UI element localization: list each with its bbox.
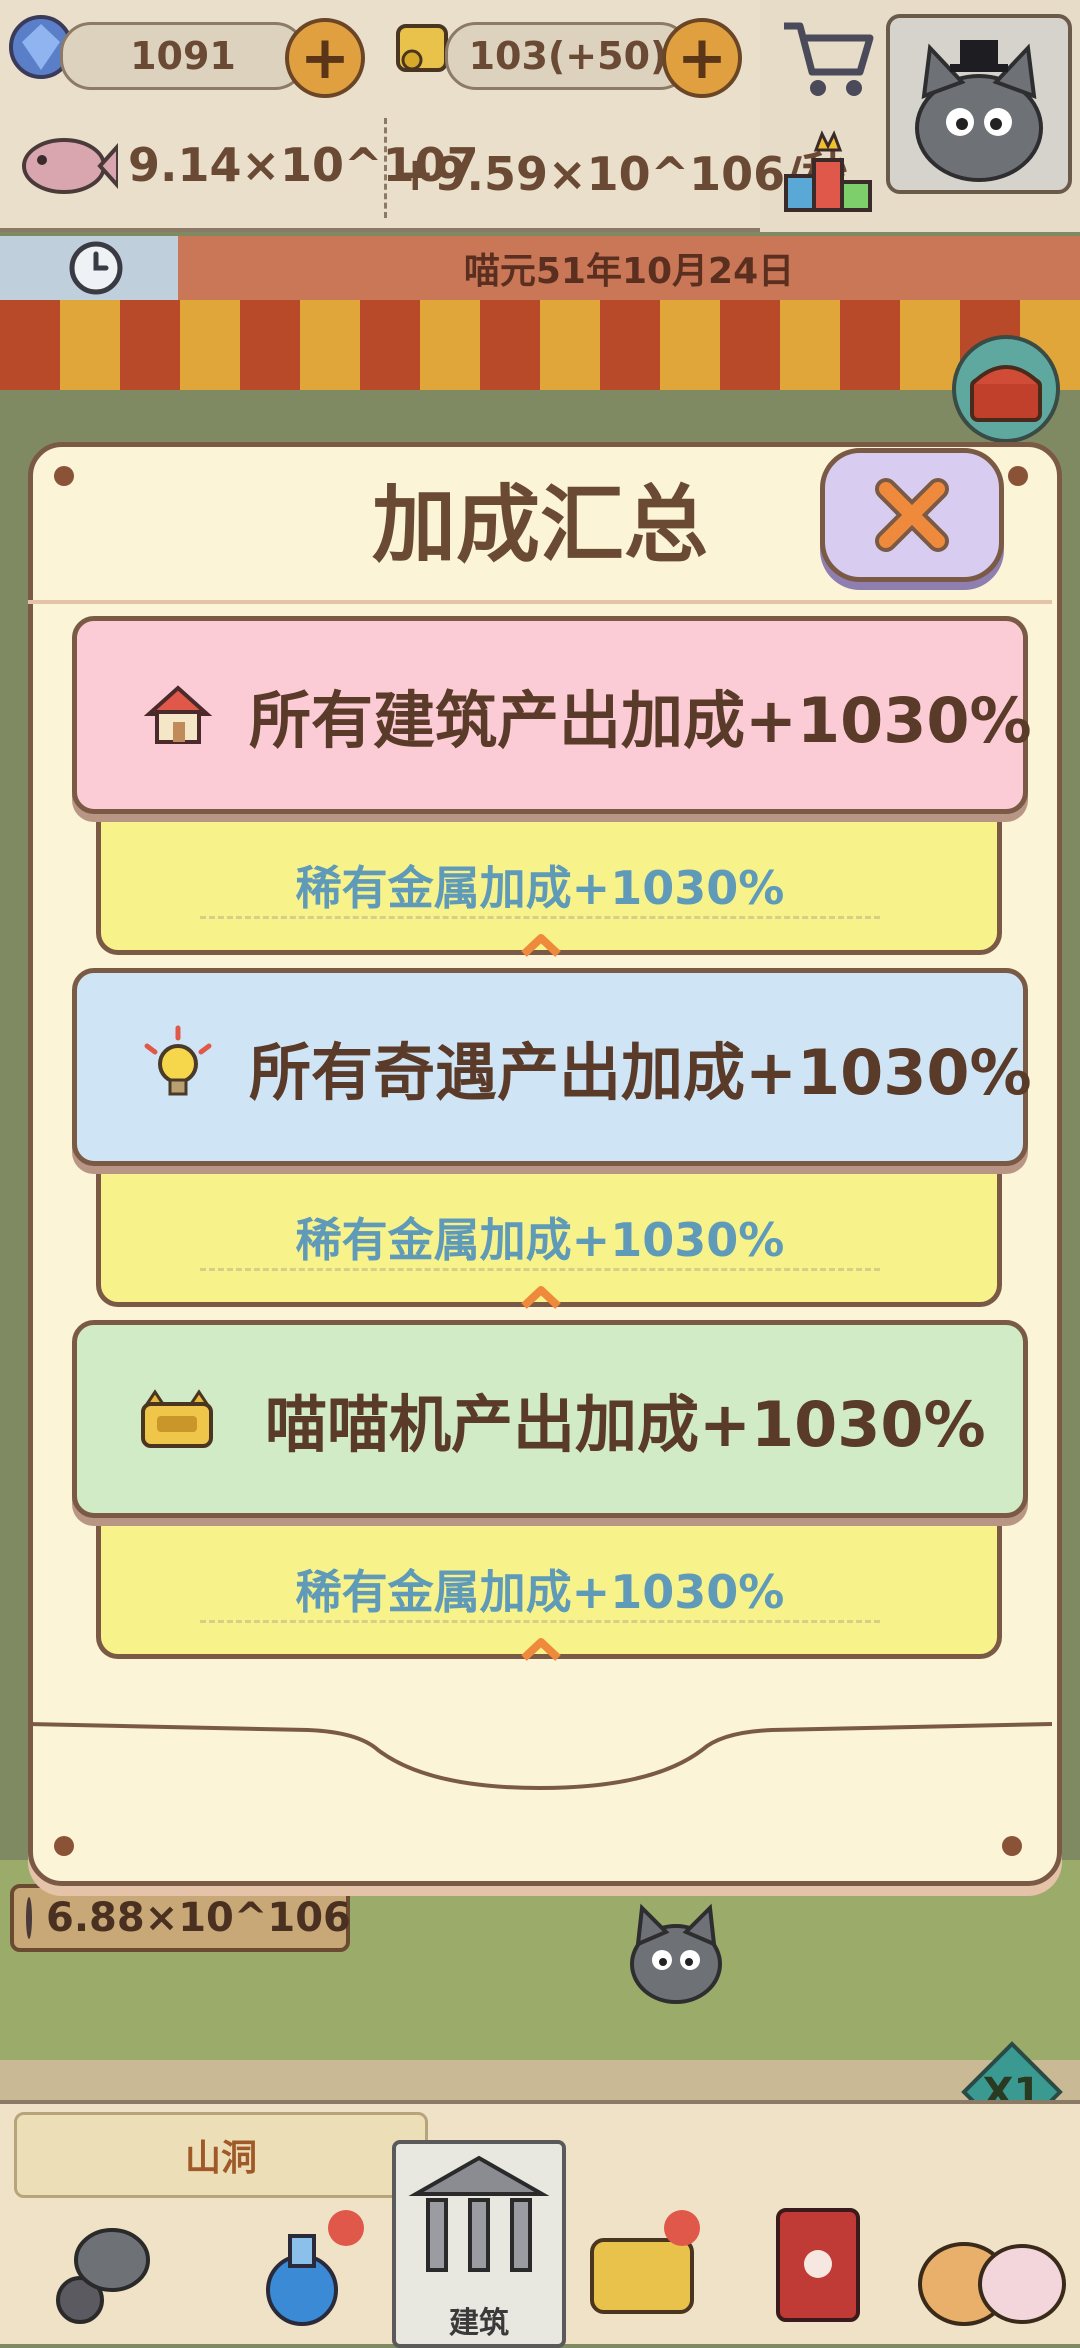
- game-date: 喵元51年10月24日: [178, 236, 1080, 300]
- bonus-card-label: 所有奇遇产出加成+1030%: [249, 1036, 1032, 1109]
- treasure-chest-icon[interactable]: [946, 334, 1066, 444]
- add-tickets-button[interactable]: +: [662, 18, 742, 98]
- nav-building-label: 建筑: [449, 2306, 509, 2341]
- player-avatar[interactable]: [886, 14, 1072, 194]
- area-label-text: 山洞: [184, 2138, 257, 2179]
- shop-cart-icon[interactable]: [778, 16, 878, 100]
- cat-worker: [616, 1900, 736, 2010]
- building-icon: [408, 2155, 550, 2272]
- bonus-card-label: 所有建筑产出加成+1030%: [249, 684, 1032, 757]
- floor-income-text: 6.88×10^106: [46, 1895, 351, 1941]
- dashed-divider: [200, 916, 880, 919]
- stage-curtain: [0, 300, 1080, 390]
- house-icon: [143, 680, 213, 750]
- rivet: [54, 1836, 74, 1856]
- bonus-card-meow-machine[interactable]: 喵喵机产出加成+1030%: [72, 1320, 1028, 1518]
- close-button[interactable]: [820, 448, 1004, 582]
- nav-book-icon[interactable]: [758, 2190, 878, 2330]
- nav-cart-cat-icon[interactable]: [40, 2200, 170, 2330]
- sub-bonus-text: 稀有金属加成+1030%: [295, 861, 785, 915]
- bonus-card-buildings[interactable]: 所有建筑产出加成+1030%: [72, 616, 1032, 814]
- dialog-footer-divider: [27, 1720, 1053, 1800]
- dashed-divider: [200, 1268, 880, 1271]
- lightbulb-icon: [133, 1022, 223, 1112]
- sub-bonus-text: 稀有金属加成+1030%: [295, 1565, 785, 1619]
- sub-bonus-text: 稀有金属加成+1030%: [295, 1213, 785, 1267]
- clock-icon: [66, 238, 126, 298]
- add-gems-button[interactable]: +: [285, 18, 365, 98]
- floor-income-badge: 6.88×10^106: [10, 1884, 351, 1952]
- fish-icon-small: [26, 1897, 32, 1939]
- chevron-up-icon[interactable]: [518, 1624, 564, 1670]
- chevron-up-icon[interactable]: [518, 920, 564, 966]
- area-label: 山洞: [14, 2112, 428, 2198]
- gem-count: 1091: [60, 22, 306, 90]
- bonus-card-label: 喵喵机产出加成+1030%: [265, 1388, 986, 1461]
- nav-cats-icon[interactable]: [910, 2220, 1070, 2330]
- rivet: [1002, 1836, 1022, 1856]
- ticket-count: 103(+50): [445, 22, 691, 90]
- ranking-icon[interactable]: [778, 120, 878, 214]
- fish-icon: [14, 120, 120, 210]
- meow-machine-icon: [137, 1384, 217, 1454]
- nav-building-tab[interactable]: 建筑: [392, 2140, 566, 2348]
- nav-potion-icon[interactable]: [236, 2200, 366, 2330]
- dashed-divider: [200, 1620, 880, 1623]
- stat-divider: [384, 118, 387, 218]
- chevron-up-icon[interactable]: [518, 1272, 564, 1318]
- close-icon: [875, 478, 949, 552]
- nav-meow-machine-icon[interactable]: [578, 2200, 708, 2330]
- bonus-card-encounters[interactable]: 所有奇遇产出加成+1030%: [72, 968, 1032, 1166]
